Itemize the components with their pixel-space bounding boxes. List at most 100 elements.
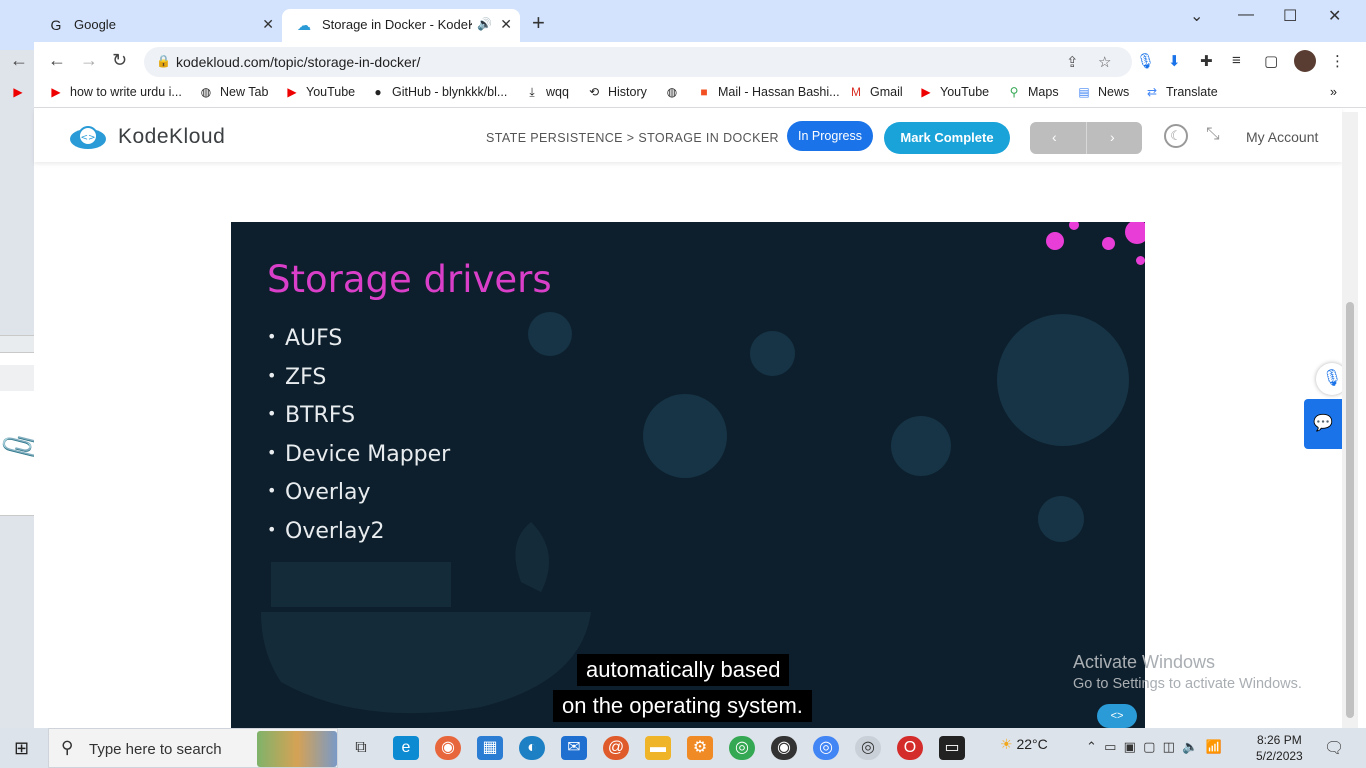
chrome-profile-icon[interactable]: ◎: [813, 736, 839, 760]
chrome-active-icon[interactable]: ◎: [855, 736, 881, 760]
kodekloud-watermark-icon: <>: [1097, 704, 1137, 728]
new-tab-button[interactable]: +: [532, 12, 545, 34]
system-tray[interactable]: ⌃ ▭ ▣ ▢ ◫ 🔈 📶: [1086, 739, 1222, 755]
close-icon[interactable]: ✕: [500, 16, 512, 33]
bookmark-item[interactable]: ◍ New Tab: [198, 85, 269, 99]
forward-button[interactable]: →: [80, 50, 98, 71]
download-extension-icon[interactable]: ⬇: [1168, 52, 1181, 70]
windows-start-icon[interactable]: ⊞: [14, 738, 29, 759]
media-icon[interactable]: ≡: [1232, 52, 1241, 69]
background-window-toolbar: [0, 335, 34, 353]
minimize-button[interactable]: —: [1238, 6, 1254, 24]
task-view-icon[interactable]: ⧉: [348, 736, 374, 760]
bookmark-item[interactable]: ■ Mail - Hassan Bashi...: [696, 85, 839, 99]
background-window-header: [0, 0, 34, 50]
in-progress-button[interactable]: In Progress: [787, 121, 873, 151]
firefox-icon[interactable]: ◉: [435, 736, 461, 760]
back-arrow-icon[interactable]: ←: [10, 50, 28, 71]
address-bar[interactable]: 🔒 kodekloud.com/topic/storage-in-docker/…: [144, 47, 1132, 77]
youtube-icon: ▶: [921, 85, 931, 99]
bookmark-item[interactable]: ⚲ Maps: [1006, 85, 1059, 99]
search-highlight-image: [257, 731, 337, 767]
notification-icon[interactable]: 🗨: [1324, 738, 1344, 758]
taskbar-clock[interactable]: 8:26 PM 5/2/2023: [1256, 732, 1303, 764]
previous-lesson-button[interactable]: ‹: [1052, 129, 1057, 145]
logo-text[interactable]: KodeKloud: [118, 125, 225, 149]
scrollbar-thumb[interactable]: [1346, 302, 1354, 718]
caption-line-2: on the operating system.: [553, 690, 812, 722]
kodekloud-logo-icon[interactable]: <>: [68, 124, 108, 150]
bookmark-item[interactable]: ⤓ wqq: [524, 85, 569, 100]
reload-button[interactable]: ↻: [112, 50, 127, 71]
activate-windows-subtitle: Go to Settings to activate Windows.: [1073, 676, 1302, 692]
star-icon[interactable]: ☆: [1098, 53, 1111, 71]
close-icon[interactable]: ✕: [262, 16, 274, 33]
weather-widget[interactable]: ☀ 22°C: [1000, 736, 1048, 753]
microphone-extension-icon[interactable]: 🎙: [1136, 52, 1155, 70]
mail-icon[interactable]: ✉: [561, 736, 587, 760]
back-button[interactable]: ←: [48, 50, 66, 71]
page-content: <> KodeKloud STATE PERSISTENCE > STORAGE…: [34, 108, 1350, 728]
breadcrumb[interactable]: STATE PERSISTENCE > STORAGE IN DOCKER: [486, 131, 779, 145]
site-header: <> KodeKloud STATE PERSISTENCE > STORAGE…: [34, 108, 1342, 162]
puzzle-icon[interactable]: ✚: [1200, 52, 1213, 70]
bookmark-item[interactable]: M Gmail: [848, 85, 903, 99]
temperature: 22°C: [1016, 736, 1048, 752]
activate-windows-title: Activate Windows: [1073, 652, 1216, 672]
tab-storage-in-docker[interactable]: ☁ Storage in Docker - KodeKloud 🔊 ✕: [282, 9, 520, 42]
tab-search-icon[interactable]: ⌄: [1190, 6, 1203, 26]
chat-widget-button[interactable]: 💬: [1304, 399, 1342, 449]
app-icon[interactable]: ◐: [519, 736, 545, 760]
my-account-link[interactable]: My Account: [1246, 129, 1318, 145]
gmail-icon: M: [851, 85, 861, 99]
video-player[interactable]: Storage drivers • AUFS • ZFS • BTRFS • Devic…: [231, 222, 1145, 728]
page-scrollbar[interactable]: [1342, 112, 1358, 728]
share-icon[interactable]: ⇪: [1066, 53, 1079, 71]
bookmark-item[interactable]: ◍: [664, 85, 686, 99]
profile-avatar[interactable]: [1294, 50, 1316, 72]
tab-title: Google: [74, 17, 116, 32]
bookmark-item[interactable]: ▶ YouTube: [284, 85, 355, 99]
globe-icon: ◍: [666, 85, 678, 99]
file-explorer-icon[interactable]: ▬: [645, 736, 671, 760]
sidepanel-icon[interactable]: ▢: [1264, 52, 1278, 70]
tab-google[interactable]: G Google ✕: [34, 9, 282, 42]
maximize-button[interactable]: ☐: [1283, 6, 1297, 26]
chrome-icon[interactable]: ◎: [729, 736, 755, 760]
speaker-icon[interactable]: 🔊: [477, 17, 492, 31]
decor-bubble: [750, 331, 795, 376]
decor-dot: [1102, 237, 1115, 250]
slide-bullet: • Overlay: [267, 480, 371, 505]
next-lesson-button[interactable]: ›: [1110, 129, 1115, 145]
terminal-icon[interactable]: ▭: [939, 736, 965, 760]
lock-icon: 🔒: [156, 54, 171, 68]
tab-title: Storage in Docker - KodeKloud: [322, 17, 472, 32]
bookmark-item[interactable]: ▶ YouTube: [918, 85, 989, 99]
youtube-icon[interactable]: ▶: [10, 85, 32, 99]
tab-bar: G Google ✕ ☁ Storage in Docker - KodeKlo…: [34, 0, 1366, 42]
history-icon: ⟲: [588, 85, 600, 99]
camera-icon[interactable]: ◉: [771, 736, 797, 760]
collapse-icon[interactable]: ⤡: [1206, 124, 1220, 144]
bookmark-item[interactable]: ⟲ History: [586, 85, 647, 99]
slide-title: Storage drivers: [267, 258, 552, 301]
browser-toolbar: ← ← → ↻ 🔒 kodekloud.com/topic/storage-in…: [10, 42, 1366, 80]
kodekloud-icon: ☁: [297, 17, 311, 33]
dark-mode-icon[interactable]: ☾: [1164, 124, 1188, 148]
download-icon: ⤓: [529, 85, 535, 99]
menu-icon[interactable]: ⋮: [1330, 52, 1345, 70]
opera-icon[interactable]: O: [897, 736, 923, 760]
decor-bubble: [528, 312, 572, 356]
settings-app-icon[interactable]: ⚙: [687, 736, 713, 760]
taskbar-search-box[interactable]: ⚲ Type here to search: [48, 728, 338, 768]
app-icon[interactable]: @: [603, 736, 629, 760]
bookmark-item[interactable]: ▤ News: [1076, 85, 1129, 99]
close-window-button[interactable]: ✕: [1328, 6, 1341, 26]
edge-icon[interactable]: e: [393, 736, 419, 760]
bookmark-item[interactable]: ⇄ Translate: [1144, 85, 1218, 99]
store-icon[interactable]: ▦: [477, 736, 503, 760]
mark-complete-button[interactable]: Mark Complete: [884, 122, 1010, 154]
more-bookmarks-icon[interactable]: »: [1330, 85, 1337, 99]
bookmark-item[interactable]: ▶ how to write urdu i...: [48, 85, 181, 99]
bookmark-item[interactable]: ● GitHub - blynkkk/bl...: [370, 85, 507, 99]
